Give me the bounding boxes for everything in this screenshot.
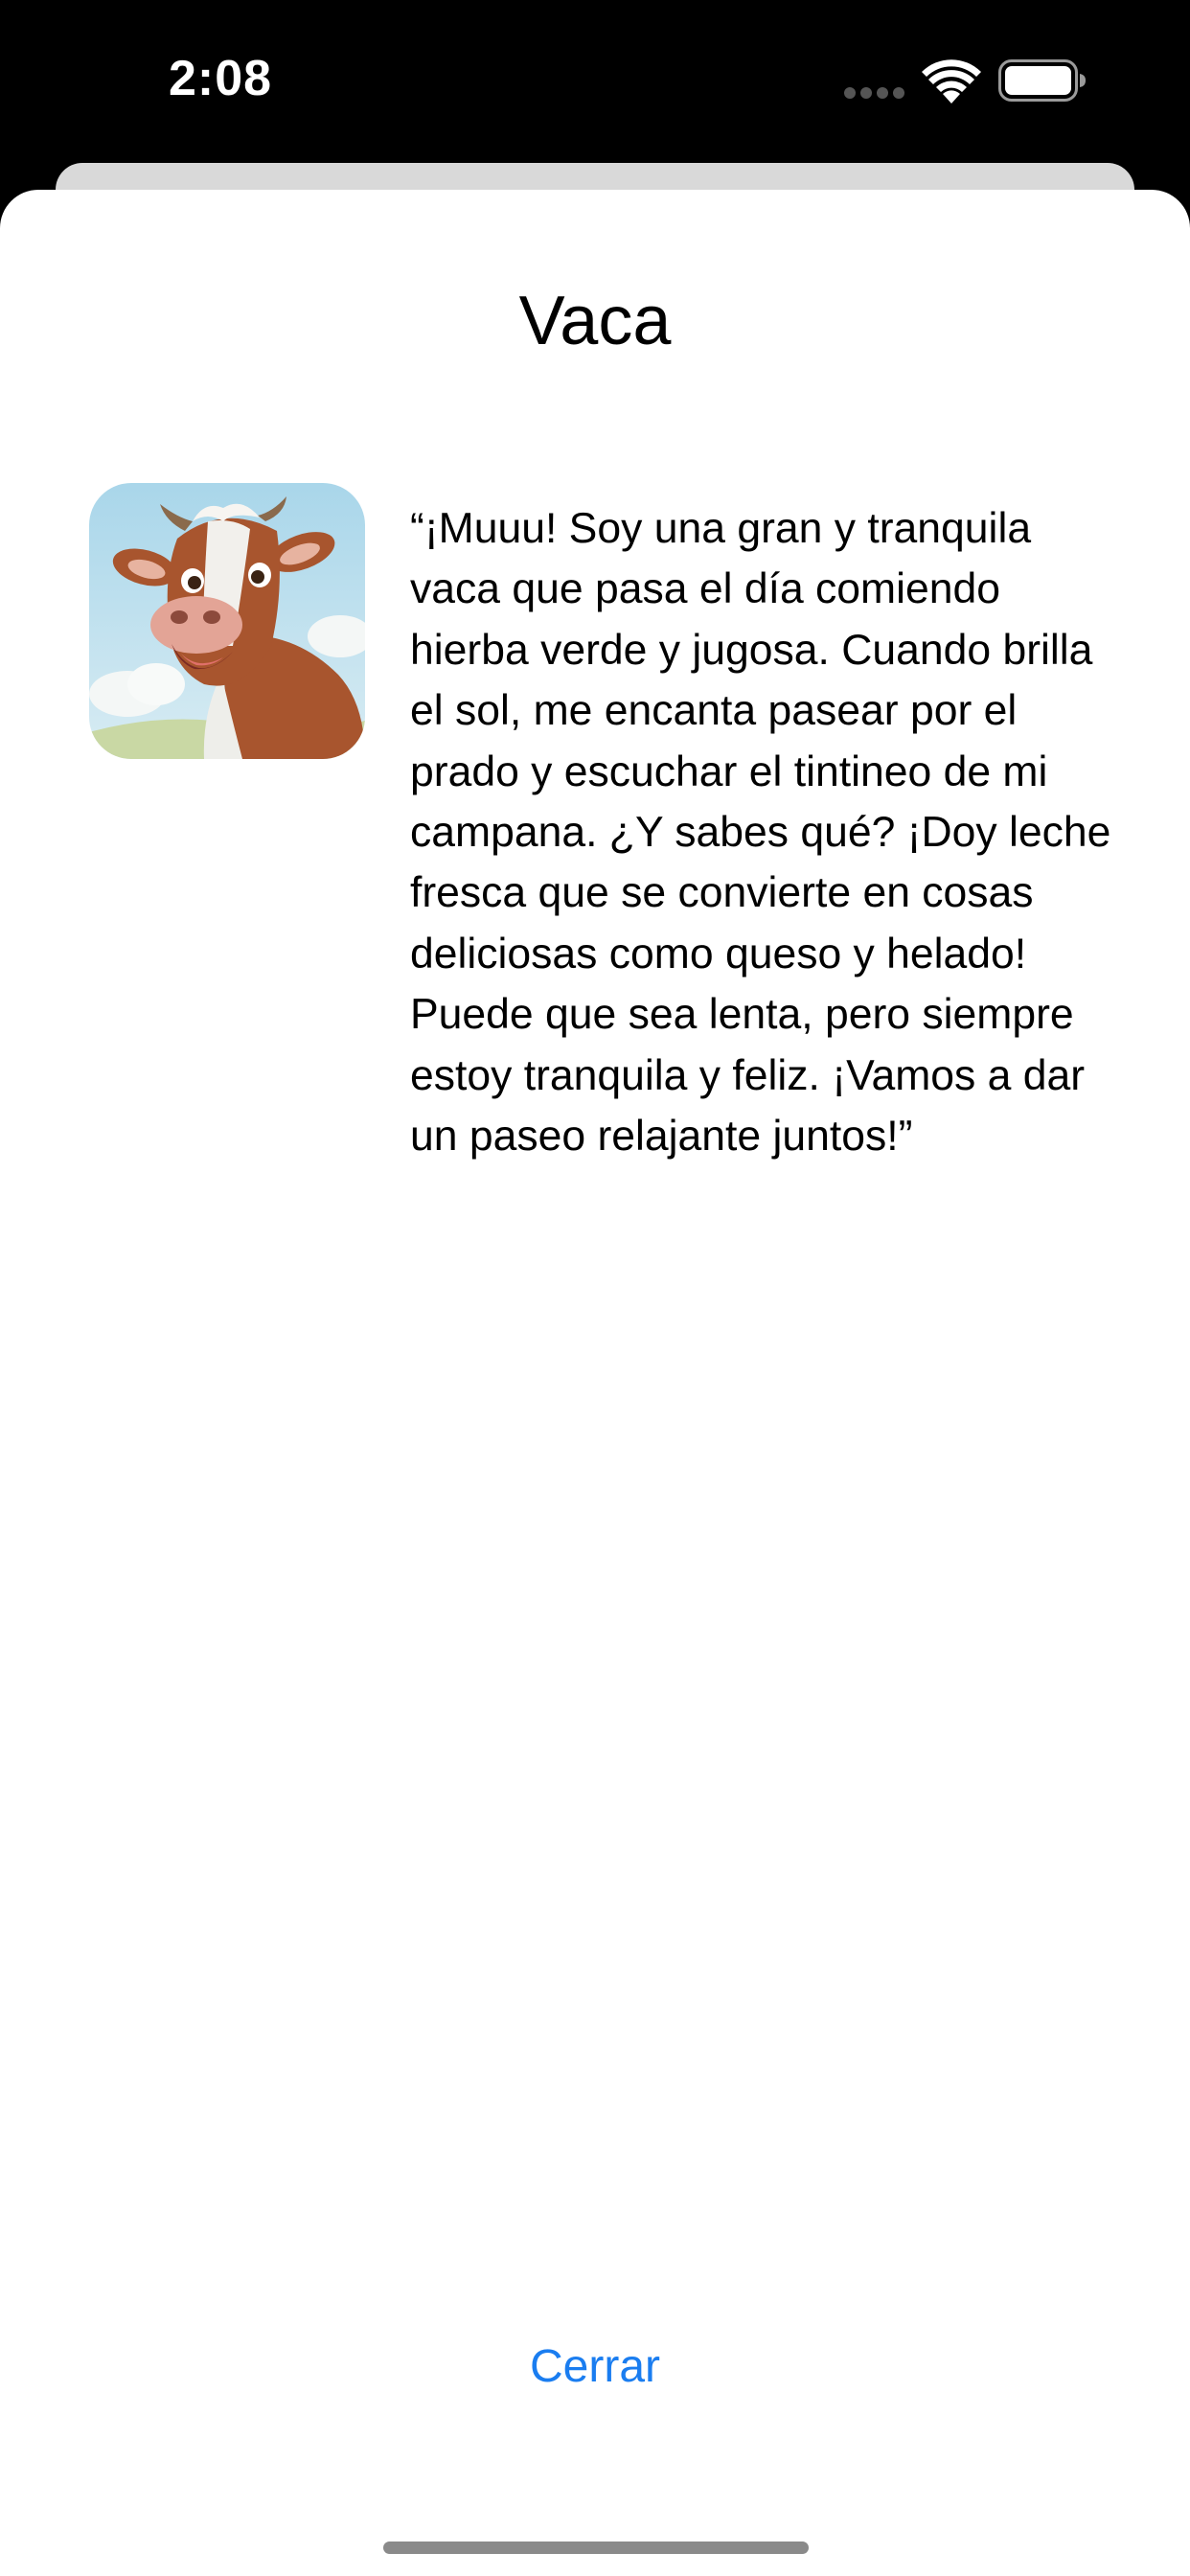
- screen: 2:08 Vaca “¡Muuu! Soy una gran y tranqui…: [0, 0, 1190, 2576]
- cellular-dots-icon: [844, 87, 904, 99]
- wifi-icon: [922, 59, 981, 104]
- battery-icon: [998, 59, 1086, 102]
- cow-portrait-image: [89, 483, 365, 759]
- status-time: 2:08: [169, 51, 273, 106]
- sheet-title: Vaca: [518, 283, 672, 359]
- modal-sheet: Vaca “¡Muuu! Soy una gran y tranquila va…: [0, 190, 1190, 2576]
- cow-description: “¡Muuu! Soy una gran y tranquila vaca qu…: [410, 505, 1111, 1161]
- cow-illustration: [89, 483, 365, 759]
- home-indicator[interactable]: [383, 2542, 809, 2554]
- close-button[interactable]: Cerrar: [0, 2340, 1190, 2393]
